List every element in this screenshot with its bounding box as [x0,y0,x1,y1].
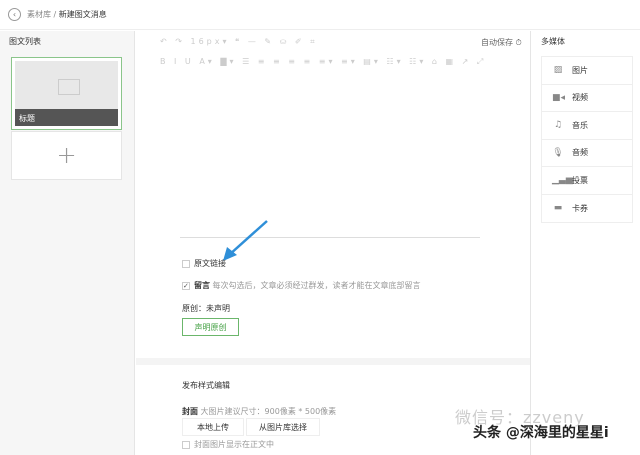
media-item-video[interactable]: ■◂ 视频 [542,85,632,112]
image-placeholder-icon [58,79,80,95]
media-list: ▨ 图片 ■◂ 视频 ♫ 音乐 🎙 音频 ▁▃▅ 投票 ▬ 卡券 [541,56,633,223]
breadcrumb: 素材库 / 新建图文消息 [27,9,107,20]
back-icon[interactable]: ‹ [8,8,21,21]
breadcrumb-current: 新建图文消息 [58,10,107,19]
cover-title: 封面 [182,407,198,416]
media-title: 多媒体 [541,37,565,46]
checkbox-checked[interactable]: ✓ [182,281,190,290]
image-icon: ▨ [553,65,563,76]
comment-hint: 每次勾选后，文章必须经过群发，读者才能在文章底部留言 [212,281,421,290]
breadcrumb-separator: / [53,10,57,19]
local-upload-button[interactable]: 本地上传 [182,418,244,436]
add-article-button[interactable]: + [11,131,122,180]
breadcrumb-parent[interactable]: 素材库 [27,10,51,19]
comment-checkbox[interactable]: ✓ 留言 每次勾选后，文章必须经过群发，读者才能在文章底部留言 [182,280,421,291]
music-icon: ♫ [553,120,563,131]
checkbox[interactable] [182,440,190,449]
ticket-icon: ▬ [553,203,563,214]
declare-original-button[interactable]: 声明原创 [182,318,239,336]
media-label: 音频 [572,148,588,158]
article-list-title: 图文列表 [9,37,41,46]
media-item-audio[interactable]: 🎙 音频 [542,140,632,167]
editor-toolbar-row1[interactable]: ↶ ↷ 16px▾ ❝ — ✎ ⛀ ✐ ⌗ [160,37,318,47]
original-link-label: 原文链接 [194,259,226,268]
bar-chart-icon: ▁▃▅ [552,175,573,186]
media-label: 卡券 [572,203,588,213]
media-item-coupon[interactable]: ▬ 卡券 [542,195,632,223]
show-cover-checkbox[interactable]: 封面图片显示在正文中 [182,439,274,450]
editor-toolbar-row2[interactable]: B I U A▾ ▇▾ ☰ ≡ ≡ ≡ ≡ ≡▾ ≡▾ ▤▾ ☷▾ ☷▾ ⌂ ▦… [160,57,486,67]
video-icon: ■◂ [552,92,566,103]
checkbox[interactable] [182,259,190,268]
original-link-checkbox[interactable]: 原文链接 [182,258,226,269]
original-state: 原创：未声明 [182,304,230,313]
media-item-image[interactable]: ▨ 图片 [542,57,632,85]
toutiao-watermark: 头条 @深海里的星星i [473,425,609,441]
article-title: 标题 [15,109,118,126]
media-item-music[interactable]: ♫ 音乐 [542,112,632,140]
cover-label: 封面 大图片建议尺寸：900像素 * 500像素 [182,406,336,417]
media-label: 视频 [572,93,588,103]
media-label: 图片 [572,65,588,75]
publish-style-title: 发布样式编辑 [182,381,230,390]
media-label: 音乐 [572,120,588,130]
microphone-icon: 🎙 [552,147,564,158]
cover-hint: 大图片建议尺寸：900像素 * 500像素 [200,407,337,416]
media-item-vote[interactable]: ▁▃▅ 投票 [542,167,632,195]
show-cover-label: 封面图片显示在正文中 [194,440,274,449]
article-card[interactable]: 标题 [11,57,122,130]
comment-label: 留言 [194,281,210,290]
media-label: 投票 [572,175,588,185]
choose-from-library-button[interactable]: 从图片库选择 [246,418,320,436]
section-divider [136,358,530,365]
autosave-status: 自动保存 ⏱ [481,38,522,47]
